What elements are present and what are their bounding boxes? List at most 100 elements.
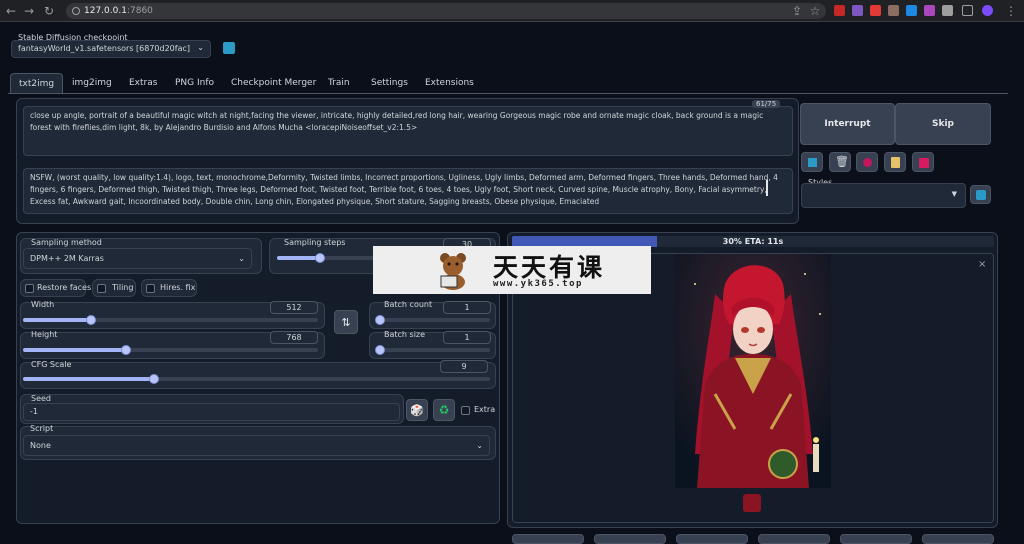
- seed-label: Seed: [31, 394, 51, 403]
- clipboard-icon: [891, 157, 900, 168]
- slider-knob[interactable]: [375, 345, 385, 355]
- negative-prompt-textarea[interactable]: NSFW, (worst quality, low quality:1.4), …: [23, 168, 793, 214]
- address-bar[interactable]: 127.0.0.1:7860: [66, 3, 826, 19]
- slider-knob[interactable]: [85, 315, 96, 325]
- trash-button[interactable]: 🗑: [829, 152, 851, 172]
- batch-size-label: Batch size: [384, 330, 426, 339]
- prompt-text: close up angle, portrait of a beautiful …: [30, 111, 764, 132]
- extension-icon[interactable]: [852, 5, 863, 16]
- output-action-button[interactable]: [922, 534, 994, 544]
- info-icon[interactable]: [72, 7, 80, 15]
- height-input[interactable]: 768: [270, 331, 318, 344]
- output-action-button[interactable]: [758, 534, 830, 544]
- refresh-icon[interactable]: [223, 42, 235, 54]
- networks-icon: [863, 158, 872, 167]
- batch-count-label: Batch count: [384, 300, 433, 309]
- reload-icon[interactable]: ↻: [42, 3, 56, 19]
- slider-knob[interactable]: [375, 315, 385, 325]
- swap-icon: ⇅: [341, 315, 351, 329]
- tiling-label: Tiling: [112, 283, 134, 292]
- interrupt-button[interactable]: Interrupt: [800, 103, 895, 145]
- reuse-seed-button[interactable]: ♻: [433, 399, 455, 421]
- clipboard-button[interactable]: [884, 152, 906, 172]
- extra-seed-checkbox[interactable]: [461, 406, 470, 415]
- script-value: None: [30, 441, 51, 450]
- save-style-button[interactable]: [912, 152, 934, 172]
- output-action-button[interactable]: [840, 534, 912, 544]
- back-icon[interactable]: ←: [4, 3, 18, 19]
- sampling-method-select[interactable]: DPM++ 2M Karras ⌄: [23, 248, 252, 269]
- seed-value: -1: [30, 407, 38, 416]
- negative-prompt-text: NSFW, (worst quality, low quality:1.4), …: [30, 173, 778, 206]
- tab-extras[interactable]: Extras: [129, 73, 157, 93]
- checkpoint-select[interactable]: fantasyWorld_v1.safetensors [6870d20fac]…: [11, 40, 211, 58]
- bookmark-star-icon[interactable]: ☆: [808, 3, 822, 19]
- close-icon[interactable]: ×: [978, 259, 986, 270]
- tab-txt2img[interactable]: txt2img: [10, 73, 64, 93]
- extensions-puzzle-icon[interactable]: [942, 5, 953, 16]
- extension-icon[interactable]: [924, 5, 935, 16]
- side-panel-icon[interactable]: [962, 5, 973, 16]
- restore-faces-checkbox[interactable]: [25, 284, 34, 293]
- tab-extensions[interactable]: Extensions: [425, 73, 474, 93]
- bear-logo-icon: [435, 250, 471, 290]
- batch-count-input[interactable]: 1: [443, 301, 491, 314]
- floppy-icon: [919, 158, 929, 168]
- slider-knob[interactable]: [148, 374, 159, 384]
- slider-knob[interactable]: [314, 253, 325, 263]
- tab-train[interactable]: Train: [328, 73, 350, 93]
- extra-networks-button[interactable]: [856, 152, 878, 172]
- width-slider[interactable]: [23, 315, 318, 325]
- height-slider[interactable]: [23, 345, 318, 355]
- generated-image[interactable]: [675, 254, 831, 488]
- extension-icon[interactable]: [906, 5, 917, 16]
- arrow-icon: [808, 158, 817, 167]
- cfg-scale-input[interactable]: 9: [440, 360, 488, 373]
- gallery-thumbnail[interactable]: [743, 494, 761, 512]
- slider-fill: [23, 348, 127, 352]
- batch-size-slider[interactable]: [375, 345, 490, 355]
- output-action-button[interactable]: [512, 534, 584, 544]
- tab-divider: [8, 93, 1008, 94]
- batch-size-input[interactable]: 1: [443, 331, 491, 344]
- dice-icon: 🎲: [410, 403, 424, 417]
- script-select[interactable]: None ⌄: [23, 435, 490, 456]
- read-params-button[interactable]: [801, 152, 823, 172]
- forward-icon[interactable]: →: [22, 3, 36, 19]
- tiling-checkbox[interactable]: [97, 284, 106, 293]
- slider-fill: [23, 318, 91, 322]
- tab-png-info[interactable]: PNG Info: [175, 73, 214, 93]
- sampling-method-label: Sampling method: [31, 238, 102, 247]
- browser-toolbar: ← → ↻ 127.0.0.1:7860 ⇪ ☆ ⋮: [0, 0, 1024, 22]
- tab-checkpoint-merger[interactable]: Checkpoint Merger: [231, 73, 316, 93]
- seed-input[interactable]: -1: [23, 403, 400, 421]
- watermark-banner: 天天有课 www.yk365.top: [373, 246, 651, 294]
- styles-select[interactable]: ▼: [801, 183, 966, 208]
- styles-refresh-button[interactable]: [970, 185, 991, 204]
- random-seed-button[interactable]: 🎲: [406, 399, 428, 421]
- kebab-menu-icon[interactable]: ⋮: [1004, 3, 1018, 19]
- width-input[interactable]: 512: [270, 301, 318, 314]
- extension-icon[interactable]: [888, 5, 899, 16]
- tab-img2img[interactable]: img2img: [72, 73, 112, 93]
- prompt-textarea[interactable]: close up angle, portrait of a beautiful …: [23, 106, 793, 156]
- avatar[interactable]: [982, 5, 993, 16]
- cfg-scale-slider[interactable]: [23, 374, 490, 384]
- output-action-button[interactable]: [676, 534, 748, 544]
- extension-icon[interactable]: [870, 5, 881, 16]
- height-label: Height: [31, 330, 58, 339]
- skip-button[interactable]: Skip: [895, 103, 991, 145]
- swap-dimensions-button[interactable]: ⇅: [334, 310, 358, 334]
- script-label: Script: [30, 424, 54, 433]
- extra-seed-label: Extra: [474, 405, 496, 414]
- tab-settings[interactable]: Settings: [371, 73, 408, 93]
- share-icon[interactable]: ⇪: [790, 3, 804, 19]
- hires-fix-checkbox[interactable]: [146, 284, 155, 293]
- output-action-button[interactable]: [594, 534, 666, 544]
- batch-count-slider[interactable]: [375, 315, 490, 325]
- extension-icon[interactable]: [834, 5, 845, 16]
- watermark-url: www.yk365.top: [493, 279, 583, 289]
- sampling-method-value: DPM++ 2M Karras: [30, 254, 104, 263]
- cfg-scale-block: [20, 362, 496, 389]
- slider-fill: [23, 377, 154, 381]
